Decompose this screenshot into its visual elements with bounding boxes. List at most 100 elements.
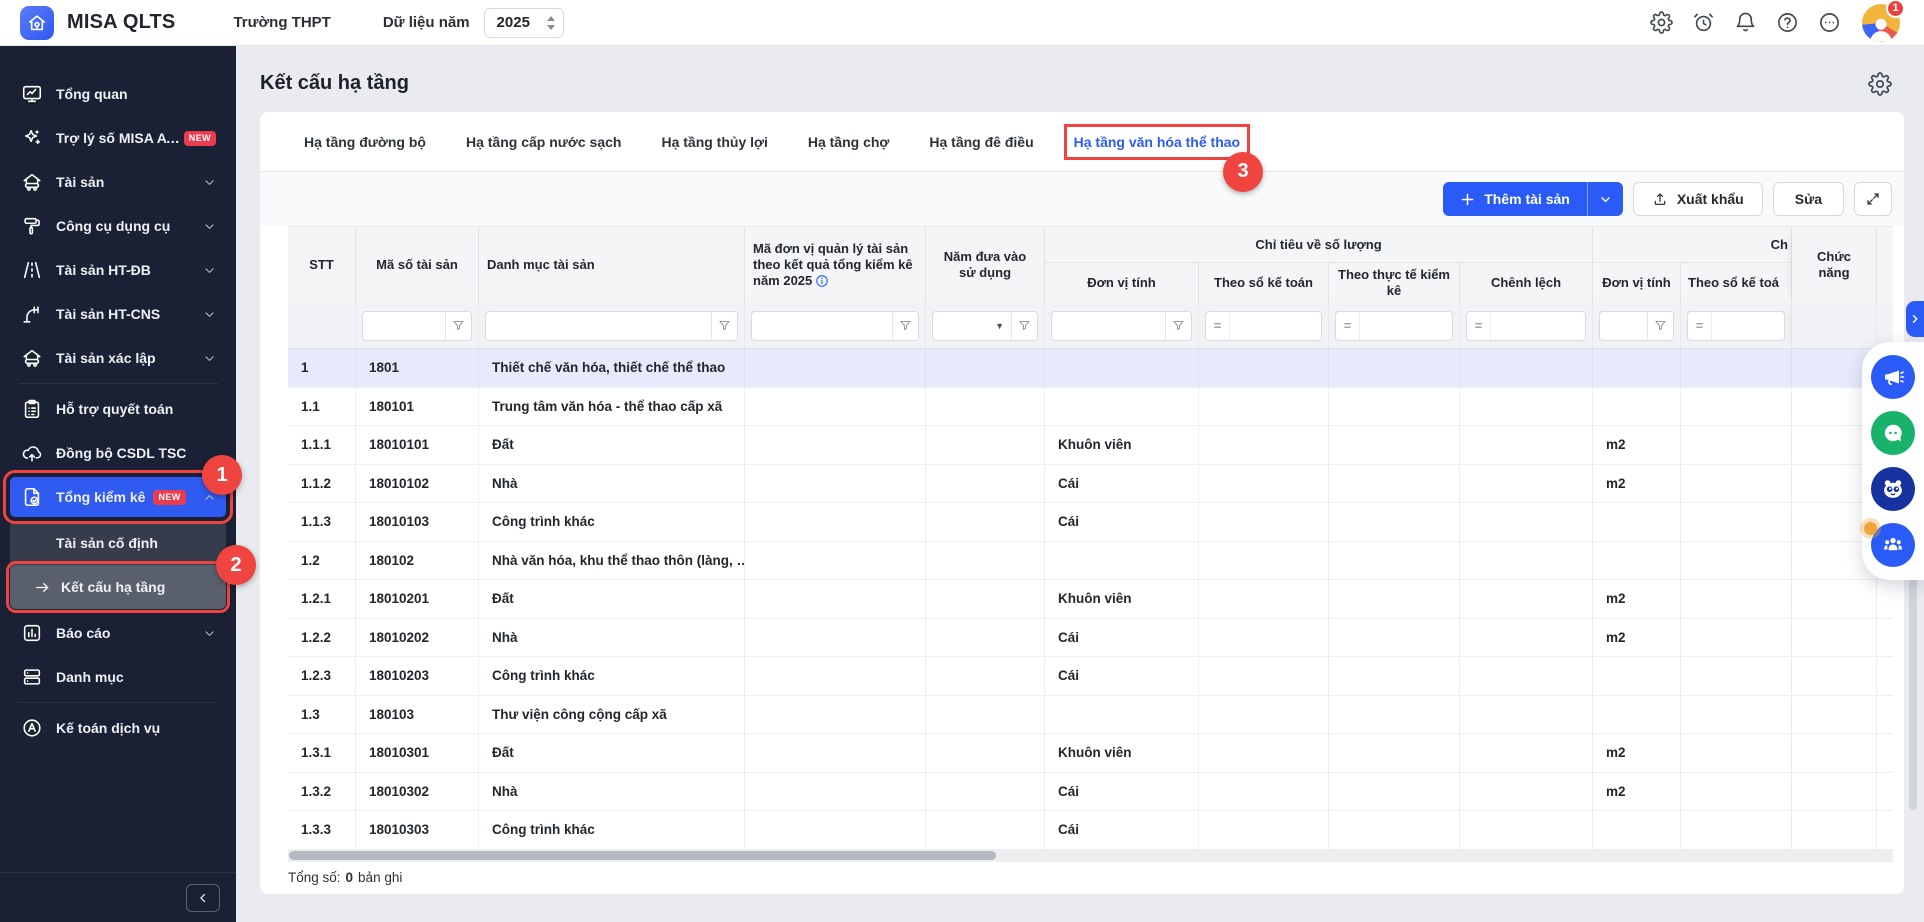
sidebar-item-tai-san[interactable]: Tài sản	[10, 162, 226, 202]
spinner-icon[interactable]	[546, 15, 556, 31]
table-row[interactable]: 1.1.318010103Công trình khácCái	[288, 503, 1893, 542]
filter-asset-code-input[interactable]	[363, 312, 445, 340]
edit-button[interactable]: Sửa	[1773, 182, 1844, 216]
equals-operator[interactable]: =	[1688, 312, 1712, 340]
column-header-asset-code[interactable]: Mã số tài sản	[356, 227, 479, 303]
sidebar: Tổng quanTrợ lý số MISA AVANEWTài sảnCôn…	[0, 46, 236, 922]
table-row[interactable]: 1.3180103Thư viện công cộng cấp xã	[288, 696, 1893, 735]
cell-per-book-2	[1681, 811, 1792, 849]
table-settings-icon[interactable]	[1868, 72, 1892, 96]
tab-ha-tang-thuy-loi[interactable]: Hạ tầng thủy lợi	[661, 134, 767, 150]
more-icon[interactable]	[1818, 11, 1841, 34]
sidebar-item-tong-kiem-ke[interactable]: Tổng kiểm kêNEW	[10, 477, 226, 517]
equals-operator[interactable]: =	[1467, 312, 1491, 340]
filter-difference-input[interactable]	[1491, 312, 1585, 340]
add-asset-label: Thêm tài sản	[1484, 191, 1570, 207]
column-header-per-book[interactable]: Theo sổ kế toán	[1199, 263, 1329, 303]
tab-ha-tang-cho[interactable]: Hạ tầng chợ	[808, 134, 890, 150]
column-group-clipped: Ch Đơn vị tính Theo sổ kế toá	[1593, 227, 1792, 303]
sidebar-collapse-button[interactable]	[186, 884, 220, 912]
column-header-asset-category[interactable]: Danh mục tài sản	[479, 227, 745, 303]
sidebar-item-ke-toan-dich-vu[interactable]: Kế toán dịch vụ	[10, 708, 226, 748]
table-row[interactable]: 1.2.218010202NhàCáim2	[288, 619, 1893, 658]
sidebar-item-tro-ly-so-misa-ava[interactable]: Trợ lý số MISA AVANEW	[10, 118, 226, 158]
tab-ha-tang-van-hoa-the-thao[interactable]: Hạ tầng văn hóa thể thao	[1074, 134, 1240, 150]
filter-per-book-2-input[interactable]	[1712, 312, 1784, 340]
cell-per-book	[1199, 734, 1329, 772]
cell-uom-2	[1593, 503, 1681, 541]
sidebar-item-bao-cao[interactable]: Báo cáo	[10, 613, 226, 653]
column-header-per-book-2[interactable]: Theo sổ kế toá	[1681, 263, 1792, 303]
column-header-uom-2[interactable]: Đơn vị tính	[1593, 263, 1681, 303]
column-header-uom-quantity[interactable]: Đơn vị tính	[1045, 263, 1199, 303]
notification-bell-icon[interactable]	[1734, 11, 1757, 34]
equals-operator[interactable]: =	[1336, 312, 1360, 340]
table-row[interactable]: 1.3.218010302NhàCáim2	[288, 773, 1893, 812]
sidebar-item-tai-san-xac-lap[interactable]: Tài sản xác lập	[10, 338, 226, 378]
table-row[interactable]: 1.2180102Nhà văn hóa, khu thể thao thôn …	[288, 542, 1893, 581]
filter-per-book-input[interactable]	[1230, 312, 1321, 340]
sidebar-item-dong-bo-csdl-tsc[interactable]: Đồng bộ CSDL TSC	[10, 433, 226, 473]
column-header-difference[interactable]: Chênh lệch	[1460, 263, 1593, 303]
table-row[interactable]: 1.1.118010101ĐấtKhuôn viênm2	[288, 426, 1893, 465]
fullscreen-button[interactable]	[1854, 182, 1892, 216]
add-asset-button[interactable]: Thêm tài sản	[1443, 182, 1587, 216]
filter-funnel-icon[interactable]	[892, 312, 918, 340]
filter-funnel-icon[interactable]	[1647, 312, 1673, 340]
sidebar-item-tong-quan[interactable]: Tổng quan	[10, 74, 226, 114]
table-row[interactable]: 11801Thiết chế văn hóa, thiết chế thể th…	[288, 349, 1893, 388]
filter-funnel-icon[interactable]	[1011, 312, 1037, 340]
column-header-unit-code[interactable]: Mã đơn vị quản lý tài sản theo kết quả t…	[745, 227, 926, 303]
tab-ha-tang-duong-bo[interactable]: Hạ tầng đường bộ	[304, 134, 426, 150]
sidebar-subitem-ket-cau-ha-tang[interactable]: Kết cấu hạ tầng	[10, 565, 226, 609]
filter-stt-empty	[288, 303, 356, 348]
column-header-per-actual[interactable]: Theo thực tế kiểm kê	[1329, 263, 1460, 303]
table-row[interactable]: 1.2.118010201ĐấtKhuôn viênm2	[288, 580, 1893, 619]
tab-ha-tang-de-dieu[interactable]: Hạ tầng đê điều	[929, 134, 1033, 150]
help-icon[interactable]	[1776, 11, 1799, 34]
filter-funnel-icon[interactable]	[711, 312, 737, 340]
equals-operator[interactable]: =	[1206, 312, 1230, 340]
filter-unit-code-input[interactable]	[752, 312, 892, 340]
add-asset-dropdown-button[interactable]	[1587, 182, 1623, 216]
sidebar-item-danh-muc[interactable]: Danh mục	[10, 657, 226, 697]
table-row[interactable]: 1.3.318010303Công trình khácCái	[288, 811, 1893, 850]
tab-ha-tang-cap-nuoc-sach[interactable]: Hạ tầng cấp nước sạch	[466, 134, 621, 150]
table-row[interactable]: 1.2.318010203Công trình khácCái	[288, 657, 1893, 696]
year-select[interactable]: 2025	[484, 8, 564, 38]
filter-uom-2-input[interactable]	[1600, 312, 1647, 340]
assistant-button[interactable]	[1871, 467, 1915, 511]
table-row[interactable]: 1.1180101Trung tâm văn hóa - thể thao cấ…	[288, 388, 1893, 427]
chat-button[interactable]	[1871, 411, 1915, 455]
column-header-year-in-use[interactable]: Năm đưa vào sử dụng	[926, 227, 1045, 303]
filter-funnel-icon[interactable]	[445, 312, 471, 340]
sidebar-subitem-tai-san-co-dinh[interactable]: Tài sản cố định	[10, 521, 226, 565]
reminder-clock-icon[interactable]	[1692, 11, 1715, 34]
table-row[interactable]: 1.1.218010102NhàCáim2	[288, 465, 1893, 504]
cell-difference	[1460, 349, 1593, 387]
info-icon[interactable]	[815, 274, 829, 288]
sidebar-item-tai-san-ht-db[interactable]: Tài sản HT-ĐB	[10, 250, 226, 290]
user-avatar[interactable]: 1	[1862, 4, 1900, 42]
export-button[interactable]: Xuất khẩu	[1633, 182, 1763, 216]
cell-per-book	[1199, 542, 1329, 580]
cell-per-book-2	[1681, 426, 1792, 464]
panel-expander-button[interactable]	[1906, 301, 1924, 337]
table-row[interactable]: 1.3.118010301ĐấtKhuôn viênm2	[288, 734, 1893, 773]
sidebar-item-ho-tro-quyet-toan[interactable]: Hỗ trợ quyết toán	[10, 389, 226, 429]
settings-icon[interactable]	[1650, 11, 1673, 34]
filter-per-actual-input[interactable]	[1360, 312, 1452, 340]
cell-name: Công trình khác	[479, 503, 745, 541]
filter-uom-quantity-input[interactable]	[1052, 312, 1165, 340]
community-button[interactable]	[1871, 523, 1915, 567]
cell-per-book-2	[1681, 619, 1792, 657]
sidebar-item-tai-san-ht-cns[interactable]: Tài sản HT-CNS	[10, 294, 226, 334]
horizontal-scrollbar[interactable]	[289, 851, 996, 860]
filter-asset-category-input[interactable]	[486, 312, 711, 340]
filter-funnel-icon[interactable]	[1165, 312, 1191, 340]
filter-year-select[interactable]: ▼	[933, 312, 1011, 340]
scrollbar-spacer	[1877, 227, 1893, 303]
megaphone-button[interactable]	[1871, 355, 1915, 399]
sidebar-item-cong-cu-dung-cu[interactable]: Công cụ dụng cụ	[10, 206, 226, 246]
column-header-stt[interactable]: STT	[288, 227, 356, 303]
